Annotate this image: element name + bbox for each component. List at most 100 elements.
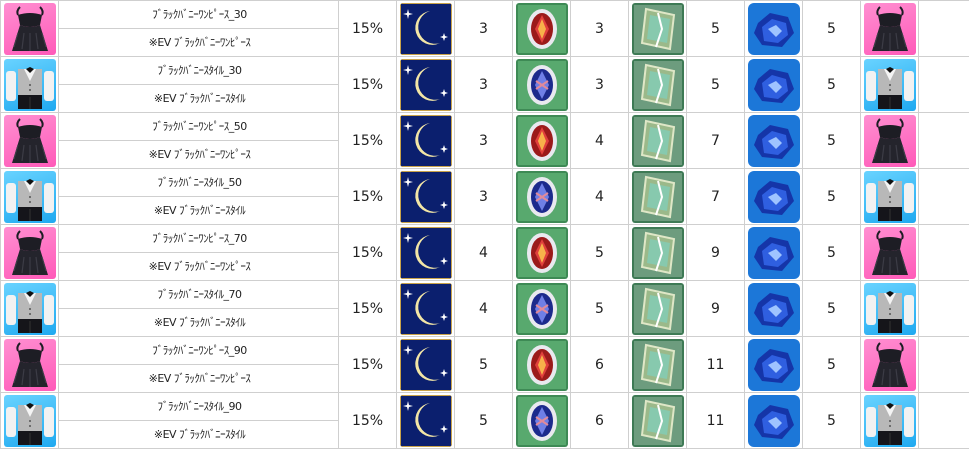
bunny-suit-icon [863,282,916,335]
green-card-icon [631,58,684,111]
material-cell [744,392,803,449]
empty-cell [918,336,969,393]
result-image-cell [860,56,919,113]
crescent-moon-icon [399,114,452,167]
moon-count: 3 [454,0,513,57]
black-dress-icon [863,226,916,279]
item-source: ※EV ﾌﾞﾗｯｸﾊﾞﾆｰﾜﾝﾋﾟｰｽ [148,148,251,161]
gem-count: 3 [570,56,629,113]
bunny-suit-icon [863,394,916,447]
red-gem-icon [515,2,568,55]
item-image-cell [0,336,59,393]
material-cell [628,392,687,449]
empty-cell [918,392,969,449]
item-name-cell: ﾌﾞﾗｯｸﾊﾞﾆｰｽﾀｲﾙ_70 ※EV ﾌﾞﾗｯｸﾊﾞﾆｰｽﾀｲﾙ [58,280,339,337]
table-row: ﾌﾞﾗｯｸﾊﾞﾆｰﾜﾝﾋﾟｰｽ_50 ※EV ﾌﾞﾗｯｸﾊﾞﾆｰﾜﾝﾋﾟｰｽ 15%… [0,112,969,169]
blue-ore-icon [747,338,800,391]
moon-count: 4 [454,280,513,337]
moon-count: 3 [454,112,513,169]
moon-count: 3 [454,168,513,225]
material-cell [512,112,571,169]
black-dress-icon [863,338,916,391]
item-image-cell [0,224,59,281]
gem-count: 4 [570,112,629,169]
item-name: ﾌﾞﾗｯｸﾊﾞﾆｰﾜﾝﾋﾟｰｽ_70 [59,225,338,253]
material-cell [628,112,687,169]
material-cell [512,224,571,281]
blue-gem-icon [515,58,568,111]
item-name: ﾌﾞﾗｯｸﾊﾞﾆｰｽﾀｲﾙ_90 [59,393,338,421]
card-count: 11 [686,392,745,449]
material-cell [396,392,455,449]
item-name: ﾌﾞﾗｯｸﾊﾞﾆｰﾜﾝﾋﾟｰｽ_30 [59,1,338,29]
item-name: ﾌﾞﾗｯｸﾊﾞﾆｰｽﾀｲﾙ_70 [59,281,338,309]
success-rate: 15% [338,336,397,393]
blue-ore-icon [747,58,800,111]
card-count: 9 [686,280,745,337]
item-name: ﾌﾞﾗｯｸﾊﾞﾆｰﾜﾝﾋﾟｰｽ_50 [59,113,338,141]
item-image-cell [0,0,59,57]
card-count: 11 [686,336,745,393]
ore-count: 5 [802,224,861,281]
material-cell [744,168,803,225]
item-image-cell [0,392,59,449]
green-card-icon [631,2,684,55]
success-rate: 15% [338,224,397,281]
ore-count: 5 [802,168,861,225]
item-name-cell: ﾌﾞﾗｯｸﾊﾞﾆｰﾜﾝﾋﾟｰｽ_30 ※EV ﾌﾞﾗｯｸﾊﾞﾆｰﾜﾝﾋﾟｰｽ [58,0,339,57]
bunny-suit-icon [3,394,56,447]
item-name: ﾌﾞﾗｯｸﾊﾞﾆｰｽﾀｲﾙ_50 [59,169,338,197]
success-rate: 15% [338,112,397,169]
crescent-moon-icon [399,226,452,279]
black-dress-icon [3,338,56,391]
material-cell [744,56,803,113]
item-image-cell [0,56,59,113]
empty-cell [918,168,969,225]
material-cell [512,280,571,337]
green-card-icon [631,282,684,335]
blue-gem-icon [515,394,568,447]
item-image-cell [0,112,59,169]
black-dress-icon [3,226,56,279]
gem-count: 6 [570,336,629,393]
ore-count: 5 [802,280,861,337]
green-card-icon [631,338,684,391]
item-source: ※EV ﾌﾞﾗｯｸﾊﾞﾆｰｽﾀｲﾙ [153,316,246,329]
bunny-suit-icon [3,170,56,223]
table-row: ﾌﾞﾗｯｸﾊﾞﾆｰｽﾀｲﾙ_50 ※EV ﾌﾞﾗｯｸﾊﾞﾆｰｽﾀｲﾙ 15% 3 4… [0,168,969,225]
black-dress-icon [3,2,56,55]
gem-count: 6 [570,392,629,449]
green-card-icon [631,170,684,223]
result-image-cell [860,280,919,337]
empty-cell [918,56,969,113]
moon-count: 5 [454,392,513,449]
blue-ore-icon [747,282,800,335]
red-gem-icon [515,338,568,391]
material-cell [396,168,455,225]
table-row: ﾌﾞﾗｯｸﾊﾞﾆｰｽﾀｲﾙ_70 ※EV ﾌﾞﾗｯｸﾊﾞﾆｰｽﾀｲﾙ 15% 4 5… [0,280,969,337]
blue-ore-icon [747,226,800,279]
gem-count: 4 [570,168,629,225]
success-rate: 15% [338,392,397,449]
blue-gem-icon [515,170,568,223]
material-cell [396,112,455,169]
card-count: 7 [686,112,745,169]
material-cell [512,336,571,393]
table-row: ﾌﾞﾗｯｸﾊﾞﾆｰｽﾀｲﾙ_30 ※EV ﾌﾞﾗｯｸﾊﾞﾆｰｽﾀｲﾙ 15% 3 3… [0,56,969,113]
material-cell [396,224,455,281]
ore-count: 5 [802,0,861,57]
item-image-cell [0,168,59,225]
ore-count: 5 [802,112,861,169]
black-dress-icon [863,2,916,55]
item-name-cell: ﾌﾞﾗｯｸﾊﾞﾆｰﾜﾝﾋﾟｰｽ_50 ※EV ﾌﾞﾗｯｸﾊﾞﾆｰﾜﾝﾋﾟｰｽ [58,112,339,169]
item-name-cell: ﾌﾞﾗｯｸﾊﾞﾆｰｽﾀｲﾙ_30 ※EV ﾌﾞﾗｯｸﾊﾞﾆｰｽﾀｲﾙ [58,56,339,113]
material-cell [396,0,455,57]
material-cell [744,336,803,393]
table-row: ﾌﾞﾗｯｸﾊﾞﾆｰﾜﾝﾋﾟｰｽ_90 ※EV ﾌﾞﾗｯｸﾊﾞﾆｰﾜﾝﾋﾟｰｽ 15%… [0,336,969,393]
result-image-cell [860,224,919,281]
material-cell [396,56,455,113]
item-name-cell: ﾌﾞﾗｯｸﾊﾞﾆｰｽﾀｲﾙ_90 ※EV ﾌﾞﾗｯｸﾊﾞﾆｰｽﾀｲﾙ [58,392,339,449]
crescent-moon-icon [399,2,452,55]
gem-count: 5 [570,224,629,281]
empty-cell [918,112,969,169]
